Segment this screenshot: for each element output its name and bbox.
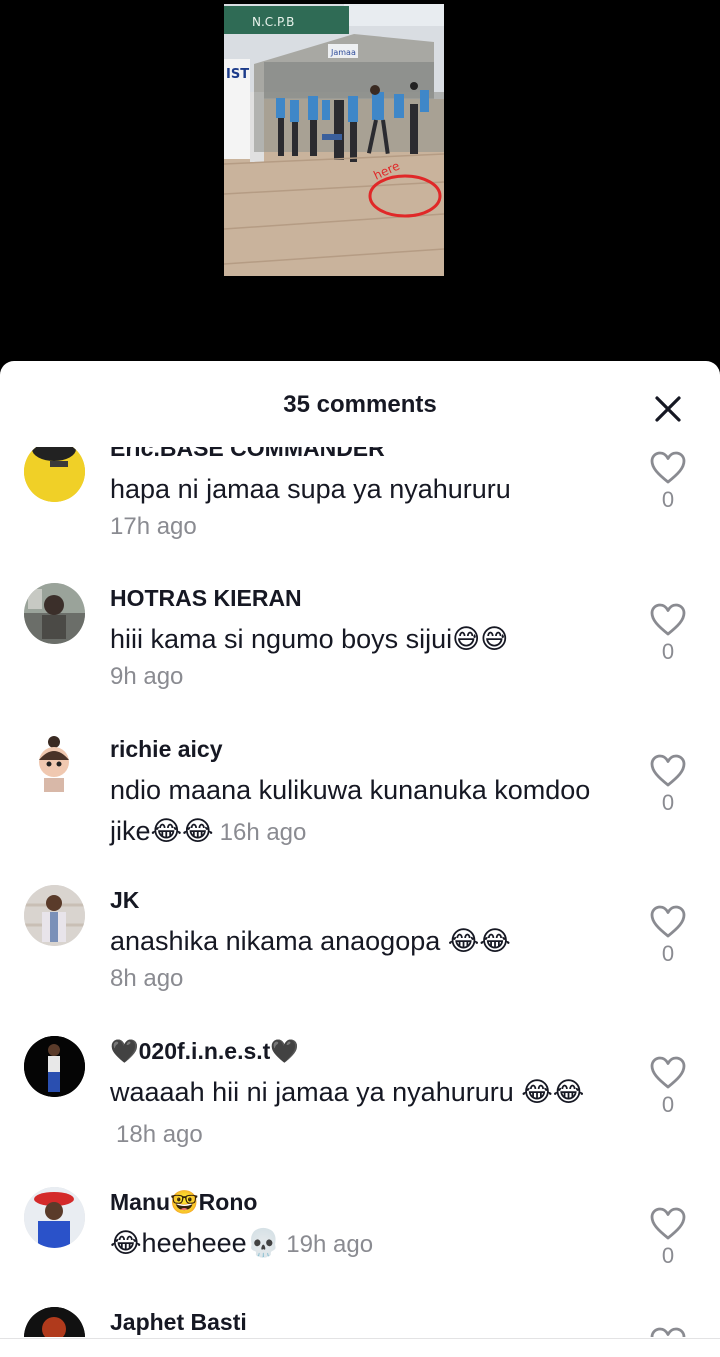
like-button[interactable]: 0 — [648, 451, 688, 513]
video-bus-text: IST — [226, 67, 249, 82]
heart-outline-icon — [650, 754, 686, 787]
comment-text-body: waaaah hii ni jamaa ya nyahururu 😂😂 — [110, 1077, 585, 1107]
comment-text: ndio maana kulikuwa kunanuka komdoo jike… — [110, 770, 615, 852]
like-button[interactable]: 0 — [648, 754, 688, 816]
avatar[interactable] — [24, 1187, 85, 1248]
avatar-image — [24, 447, 85, 502]
comment-username[interactable]: Eric.BASE COMMANDER — [110, 447, 615, 463]
avatar-image — [24, 885, 85, 946]
close-button[interactable] — [652, 393, 684, 425]
like-count: 0 — [661, 790, 675, 815]
like-button[interactable] — [648, 1327, 688, 1337]
comments-list[interactable]: Eric.BASE COMMANDER hapa ni jamaa supa y… — [0, 447, 720, 1337]
divider — [0, 1338, 720, 1339]
avatar-image — [24, 734, 85, 795]
avatar[interactable] — [24, 447, 85, 502]
comment-username[interactable]: HOTRAS KIERAN — [110, 583, 615, 613]
comments-count-title: 35 comments — [283, 391, 437, 418]
comment-text: waaaah hii ni jamaa ya nyahururu 😂😂 18h a… — [110, 1072, 615, 1154]
like-count: 0 — [661, 1243, 675, 1268]
heart-outline-icon — [650, 603, 686, 636]
comment-time: 19h ago — [286, 1231, 374, 1258]
like-button[interactable]: 0 — [648, 1207, 688, 1269]
avatar-image — [24, 583, 85, 644]
comment-time: 8h ago — [110, 965, 184, 992]
comment-text-body: ndio maana kulikuwa kunanuka komdoo jike… — [110, 775, 591, 846]
comment-time: 17h ago — [110, 513, 197, 540]
like-count: 0 — [661, 1092, 675, 1117]
heart-outline-icon — [650, 451, 686, 484]
video-shop-text: Jamaa — [330, 48, 356, 57]
close-icon — [655, 396, 681, 422]
video-sign-text: N.C.P.B — [252, 15, 294, 29]
comments-sheet: 35 comments Eric.BASE COMMANDER hapa ni … — [0, 361, 720, 1357]
heart-outline-icon — [650, 1056, 686, 1089]
like-button[interactable]: 0 — [648, 905, 688, 967]
comment-time: 9h ago — [110, 663, 184, 690]
like-button[interactable]: 0 — [648, 1056, 688, 1118]
like-count: 0 — [661, 487, 675, 512]
comment-time: 18h ago — [116, 1121, 203, 1148]
video-player[interactable]: N.C.P.B Jamaa IST here — [0, 0, 720, 370]
comment-username[interactable]: richie aicy — [110, 734, 615, 764]
comment-username[interactable]: Manu🤓Rono — [110, 1187, 615, 1217]
comment-text: 😂heeheee💀 19h ago — [110, 1223, 615, 1264]
avatar-image — [24, 1307, 85, 1337]
heart-outline-icon — [650, 905, 686, 938]
avatar-image — [24, 1187, 85, 1248]
avatar[interactable] — [24, 1307, 85, 1337]
video-frame-image: N.C.P.B Jamaa IST here — [224, 4, 444, 276]
like-button[interactable]: 0 — [648, 603, 688, 665]
heart-outline-icon — [650, 1327, 686, 1337]
comment-username[interactable]: JK — [110, 885, 615, 915]
comment-text: hapa ni jamaa supa ya nyahururu — [110, 474, 511, 504]
comment-username[interactable]: Japhet Basti — [110, 1307, 615, 1337]
heart-outline-icon — [650, 1207, 686, 1240]
comment-time: 16h ago — [219, 819, 307, 846]
avatar[interactable] — [24, 734, 85, 795]
comment-text: anashika nikama anaogopa 😂😂 — [110, 926, 511, 956]
comment-text-body: 😂heeheee💀 — [110, 1228, 281, 1258]
avatar-image — [24, 1036, 85, 1097]
video-thumbnail[interactable]: N.C.P.B Jamaa IST here — [224, 4, 444, 276]
avatar[interactable] — [24, 885, 85, 946]
like-count: 0 — [661, 941, 675, 966]
avatar[interactable] — [24, 1036, 85, 1097]
avatar[interactable] — [24, 583, 85, 644]
comment-text: hiii kama si ngumo boys sijui😅😅 — [110, 624, 509, 654]
like-count: 0 — [661, 639, 675, 664]
comment-username[interactable]: 🖤020f.i.n.e.s.t🖤 — [110, 1036, 615, 1066]
